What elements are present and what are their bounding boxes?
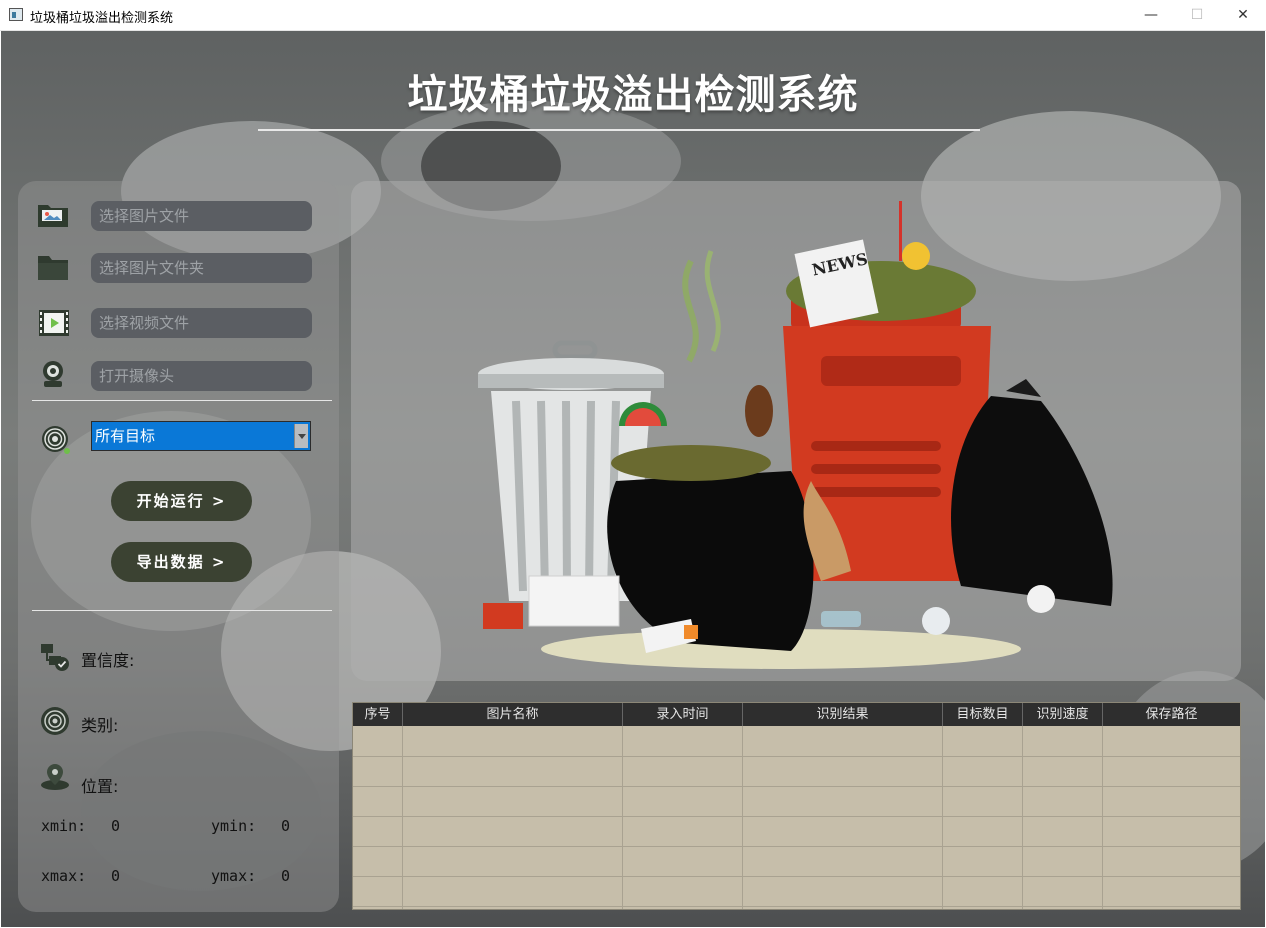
- ymax-value: 0: [281, 867, 291, 885]
- open-camera-input[interactable]: 打开摄像头: [91, 361, 312, 391]
- title-divider: [258, 129, 980, 131]
- column-header-target-count[interactable]: 目标数目: [943, 703, 1023, 726]
- window-title: 垃圾桶垃圾溢出检测系统: [30, 11, 174, 26]
- ymin-value: 0: [281, 817, 291, 835]
- ymin-label: ymin:: [211, 817, 257, 835]
- image-file-icon[interactable]: [36, 199, 70, 229]
- column-header-entry-time[interactable]: 录入时间: [623, 703, 743, 726]
- app-icon: [9, 8, 23, 21]
- video-file-icon[interactable]: [38, 308, 72, 338]
- target-icon: [40, 424, 74, 454]
- column-header-index[interactable]: 序号: [353, 703, 403, 726]
- xmax-label: xmax:: [41, 867, 87, 885]
- class-icon: [40, 706, 70, 736]
- black-garbage-bag-icon: [951, 396, 1113, 606]
- table-row[interactable]: [353, 876, 1240, 877]
- position-label: 位置:: [81, 777, 119, 796]
- chevron-down-icon[interactable]: [294, 424, 308, 448]
- column-header-result[interactable]: 识别结果: [743, 703, 943, 726]
- start-run-button[interactable]: 开始运行 >: [111, 481, 252, 521]
- front-garbage-bag-icon: [607, 471, 814, 651]
- table-row[interactable]: [353, 906, 1240, 907]
- image-preview-panel: NEWS: [351, 181, 1241, 681]
- column-header-speed[interactable]: 识别速度: [1023, 703, 1103, 726]
- xmax-value: 0: [111, 867, 121, 885]
- target-class-select[interactable]: 所有目标: [91, 421, 311, 451]
- target-select-value: 所有目标: [95, 427, 156, 445]
- sidebar-divider: [32, 400, 332, 401]
- minimize-button[interactable]: —: [1128, 0, 1174, 31]
- table-header: 序号 图片名称 录入时间 识别结果 目标数目 识别速度 保存路径: [353, 703, 1240, 726]
- location-pin-icon: [40, 762, 70, 792]
- trash-illustration: NEWS: [478, 201, 1113, 669]
- export-data-button[interactable]: 导出数据 >: [111, 542, 252, 582]
- table-row[interactable]: [353, 816, 1240, 817]
- class-label: 类别:: [81, 716, 119, 735]
- ymax-label: ymax:: [211, 867, 257, 885]
- confidence-label: 置信度:: [81, 651, 135, 670]
- folder-icon[interactable]: [36, 252, 70, 282]
- table-row[interactable]: [353, 786, 1240, 787]
- xmin-value: 0: [111, 817, 121, 835]
- window-title-bar: 垃圾桶垃圾溢出检测系统 — ☐ ✕: [0, 0, 1266, 31]
- results-table[interactable]: 序号 图片名称 录入时间 识别结果 目标数目 识别速度 保存路径: [352, 702, 1241, 910]
- table-row[interactable]: [353, 756, 1240, 757]
- table-row[interactable]: [353, 846, 1240, 847]
- xmin-label: xmin:: [41, 817, 87, 835]
- column-header-save-path[interactable]: 保存路径: [1103, 703, 1240, 726]
- column-header-image-name[interactable]: 图片名称: [403, 703, 623, 726]
- maximize-button[interactable]: ☐: [1174, 0, 1220, 31]
- camera-icon[interactable]: [38, 359, 72, 389]
- page-title: 垃圾桶垃圾溢出检测系统: [407, 72, 859, 118]
- confidence-icon: [40, 642, 70, 672]
- select-video-file-input[interactable]: 选择视频文件: [91, 308, 312, 338]
- select-image-file-input[interactable]: 选择图片文件: [91, 201, 312, 231]
- sidebar-divider-2: [32, 610, 332, 611]
- select-image-folder-input[interactable]: 选择图片文件夹: [91, 253, 312, 283]
- close-button[interactable]: ✕: [1220, 0, 1266, 31]
